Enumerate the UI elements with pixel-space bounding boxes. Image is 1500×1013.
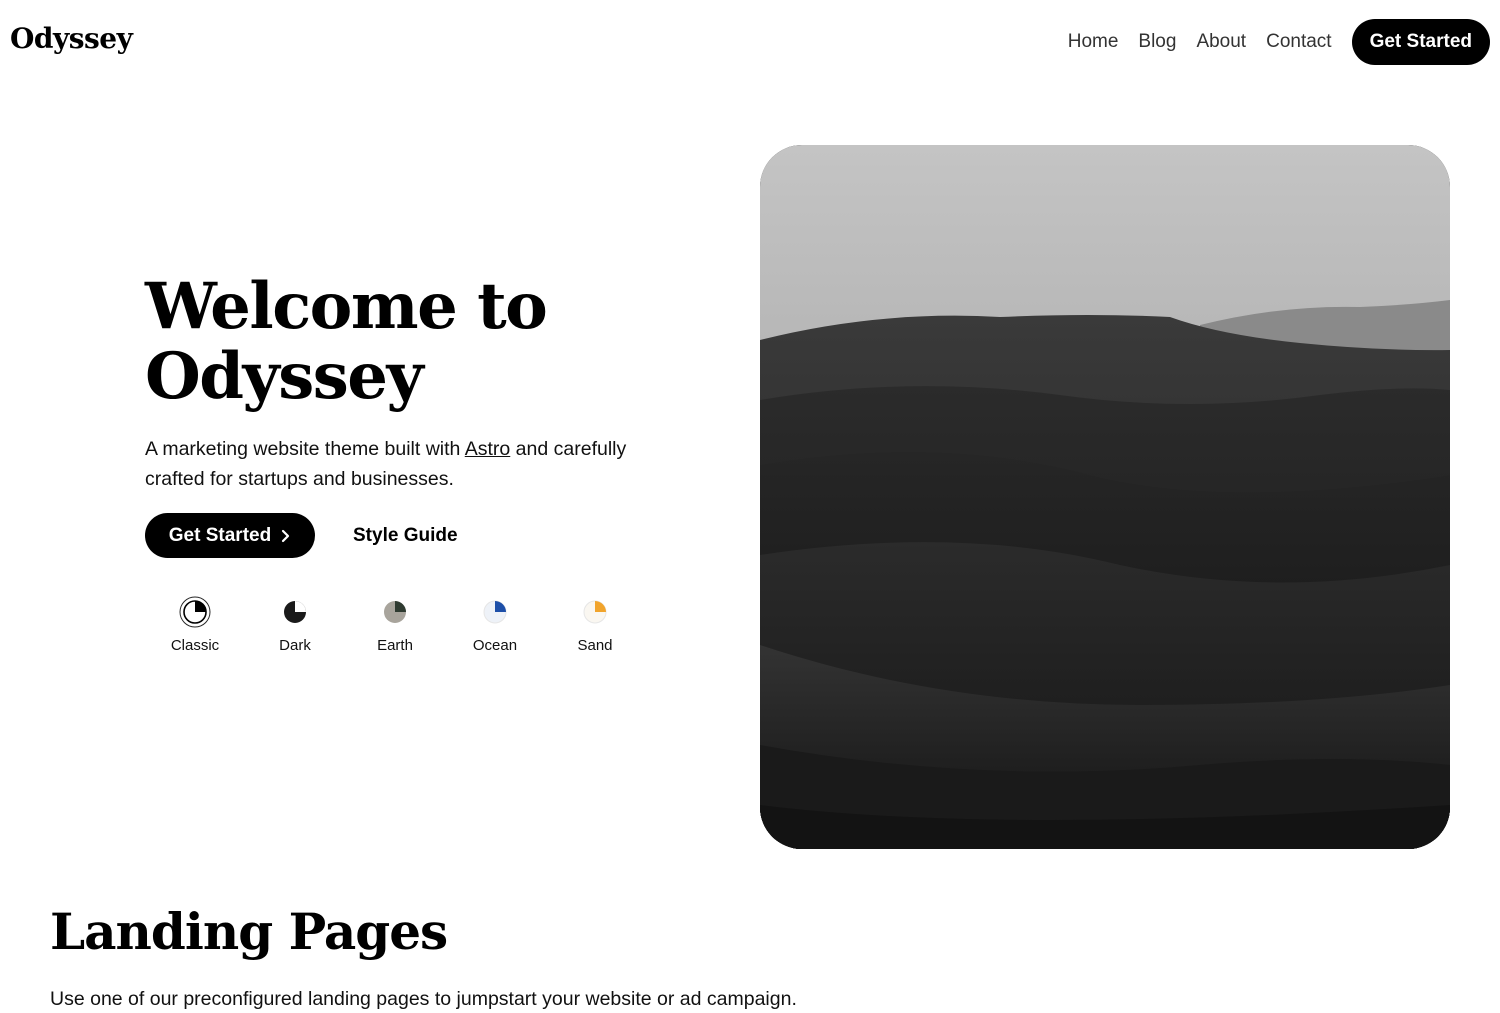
theme-option-ocean[interactable]: Ocean (445, 596, 545, 654)
theme-swatch-icon (179, 596, 211, 628)
theme-option-classic[interactable]: Classic (145, 596, 245, 654)
theme-label: Sand (577, 637, 613, 654)
astro-link[interactable]: Astro (465, 438, 511, 460)
hero-get-started-button[interactable]: Get Started (145, 513, 315, 558)
theme-swatch-icon (479, 596, 511, 628)
theme-swatch-icon (279, 596, 311, 628)
main-nav: Home Blog About Contact Get Started (1068, 19, 1490, 65)
theme-switcher: Classic Dark Earth Ocean Sand (145, 596, 645, 654)
theme-label: Earth (377, 637, 413, 654)
header-get-started-button[interactable]: Get Started (1351, 19, 1490, 65)
landing-pages-subtitle: Use one of our preconfigured landing pag… (50, 988, 797, 1010)
nav-link-blog[interactable]: Blog (1138, 31, 1176, 53)
theme-label: Classic (170, 637, 220, 654)
theme-option-dark[interactable]: Dark (245, 596, 345, 654)
theme-label: Dark (279, 637, 311, 654)
nav-link-contact[interactable]: Contact (1266, 31, 1331, 53)
theme-swatch-icon (579, 596, 611, 628)
theme-option-sand[interactable]: Sand (545, 596, 645, 654)
hero-title: Welcome to Odyssey (145, 269, 548, 414)
theme-option-earth[interactable]: Earth (345, 596, 445, 654)
hero-get-started-label: Get Started (168, 524, 272, 546)
desert-dunes-image (760, 145, 1450, 849)
hero-subtitle: A marketing website theme built with Ast… (145, 434, 665, 494)
chevron-right-icon (282, 529, 290, 542)
hero-title-line-1: Welcome to (145, 269, 548, 344)
style-guide-button[interactable]: Style Guide (338, 513, 473, 558)
hero-subtitle-text: A marketing website theme built with (145, 438, 465, 460)
nav-link-about[interactable]: About (1196, 31, 1246, 53)
theme-swatch-icon (379, 596, 411, 628)
landing-pages-title: Landing Pages (50, 902, 448, 961)
nav-link-home[interactable]: Home (1068, 31, 1119, 53)
theme-label: Ocean (472, 637, 518, 654)
hero-title-line-2: Odyssey (145, 339, 424, 414)
site-logo[interactable]: Odyssey (10, 22, 133, 55)
